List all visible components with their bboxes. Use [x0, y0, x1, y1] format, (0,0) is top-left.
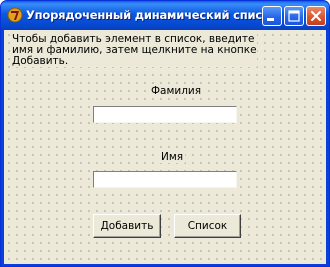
delphi-app-icon[interactable]	[7, 7, 23, 23]
name-input[interactable]	[93, 171, 237, 188]
minimize-button[interactable]	[262, 6, 282, 26]
list-button[interactable]: Список	[174, 214, 241, 238]
title-bar[interactable]: Упорядоченный динамический список	[1, 1, 329, 30]
minimize-icon	[267, 18, 274, 21]
instructions-line-3: Добавить.	[12, 55, 69, 67]
app-window: Упорядоченный динамический список Чтобы …	[0, 0, 330, 267]
maximize-button[interactable]	[284, 6, 304, 26]
form-client-area: Чтобы добавить элемент в список, введите…	[4, 30, 326, 264]
instructions-label: Чтобы добавить элемент в список, введите…	[12, 34, 257, 67]
window-title: Упорядоченный динамический список	[26, 8, 278, 22]
close-button[interactable]	[306, 6, 326, 26]
maximize-icon	[288, 10, 300, 22]
surname-label: Фамилия	[149, 85, 204, 97]
name-label: Имя	[159, 151, 186, 163]
surname-input[interactable]	[93, 106, 237, 123]
add-button[interactable]: Добавить	[93, 214, 161, 238]
close-icon	[311, 11, 321, 21]
